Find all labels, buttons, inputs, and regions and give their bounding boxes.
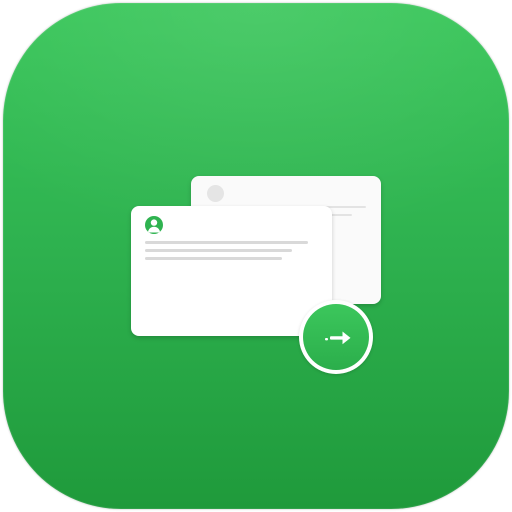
user-avatar-icon (145, 216, 163, 234)
forward-arrow-icon (325, 331, 351, 345)
text-line-placeholder (145, 257, 282, 260)
text-line-placeholder (145, 241, 308, 244)
forward-button-face (303, 304, 369, 370)
message-card-front (131, 206, 332, 336)
forward-button[interactable] (299, 300, 373, 374)
text-line-placeholder (145, 249, 292, 252)
avatar-placeholder-icon (207, 185, 224, 202)
app-icon[interactable] (0, 0, 512, 512)
